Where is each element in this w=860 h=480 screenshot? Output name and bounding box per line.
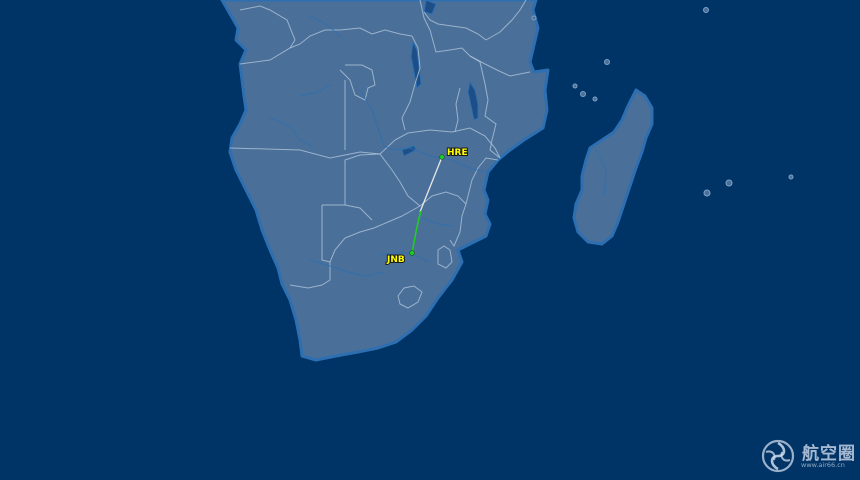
island	[531, 15, 537, 21]
destination-airport-marker[interactable]	[439, 154, 445, 160]
origin-airport-marker[interactable]	[409, 250, 415, 256]
island	[604, 59, 610, 65]
island	[725, 179, 733, 187]
island	[572, 83, 578, 89]
island	[580, 91, 586, 97]
watermark-url: www.air66.cn	[801, 461, 845, 469]
island	[788, 174, 794, 180]
destination-airport-label: HRE	[447, 148, 468, 158]
island	[703, 189, 711, 197]
map-canvas[interactable]: JNB HRE	[0, 0, 860, 480]
island	[592, 96, 598, 102]
island	[703, 7, 709, 13]
air66-swirl-logo-icon	[761, 439, 795, 473]
origin-airport-label: JNB	[386, 255, 405, 265]
watermark: 航空圈 www.air66.cn	[760, 436, 860, 476]
